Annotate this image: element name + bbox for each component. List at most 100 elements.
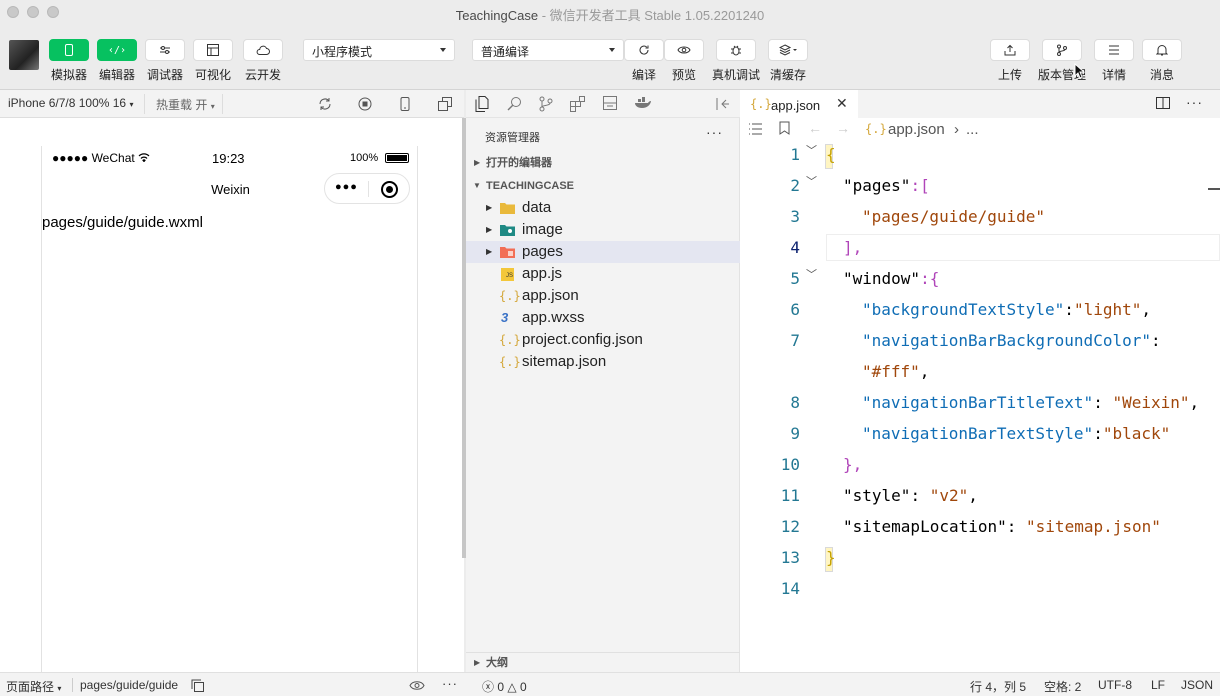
messages-button[interactable] xyxy=(1142,39,1182,61)
compile-button[interactable] xyxy=(624,39,664,61)
cursor-position[interactable]: 行 4，列 5 xyxy=(970,678,1026,695)
code-editor[interactable]: 1 2 3 4 5 6 7 8 9 10 11 12 13 14 ﹀ ﹀ ﹀ {… xyxy=(740,142,1220,672)
tree-item-image[interactable]: ▶ image xyxy=(466,219,740,241)
open-editors-section[interactable]: ▶ 打开的编辑器 xyxy=(466,152,740,174)
page-path-select[interactable]: 页面路径 ▾ xyxy=(6,678,61,695)
tree-item-app-js[interactable]: JS app.js xyxy=(466,263,740,285)
upload-label: 上传 xyxy=(997,68,1022,82)
back-arrow-icon[interactable]: ← xyxy=(808,120,822,136)
files-icon[interactable] xyxy=(475,96,489,112)
avatar[interactable] xyxy=(9,40,39,70)
search-icon[interactable] xyxy=(507,96,522,111)
simulator-toggle-button[interactable] xyxy=(49,39,89,61)
end-of-line[interactable]: LF xyxy=(1151,678,1165,692)
close-icon[interactable]: ✕ xyxy=(836,95,848,112)
outline-section[interactable]: ▶ 大纲 xyxy=(466,653,740,673)
code-icon: ‹/› xyxy=(107,44,127,56)
eye-icon[interactable] xyxy=(409,680,425,691)
preview-button[interactable] xyxy=(664,39,704,61)
tree-item-project-config[interactable]: {.} project.config.json xyxy=(466,329,740,351)
rotate-icon[interactable] xyxy=(318,97,332,111)
popout-icon[interactable] xyxy=(438,97,452,111)
fold-chevron-icon[interactable]: ﹀ xyxy=(806,142,817,158)
outline-label: 大纲 xyxy=(486,657,508,669)
tree-item-app-wxss[interactable]: 3 app.wxss xyxy=(466,307,740,329)
simulator-toolbar: iPhone 6/7/8 100% 16 ▾ 热重载 开 ▾ xyxy=(0,90,464,118)
caret-down-icon: ▾ xyxy=(57,684,62,693)
problems-indicator[interactable]: ⓧ 0 △ 0 xyxy=(482,678,527,695)
more-actions-icon[interactable]: ··· xyxy=(1186,94,1203,110)
tree-item-sitemap[interactable]: {.} sitemap.json xyxy=(466,351,740,373)
language-mode[interactable]: JSON xyxy=(1181,678,1213,692)
device-select[interactable]: iPhone 6/7/8 100% 16 ▾ xyxy=(8,96,133,110)
extensions-icon[interactable] xyxy=(570,96,586,112)
visual-toggle-button[interactable] xyxy=(193,39,233,61)
divider xyxy=(222,94,223,114)
devtools-window: TeachingCase - 微信开发者工具 Stable 1.05.22012… xyxy=(0,0,1220,696)
json-file-icon: {.} xyxy=(499,355,521,369)
line-number: 9 xyxy=(790,424,800,443)
menu-icon xyxy=(1109,45,1119,55)
storage-icon[interactable] xyxy=(603,96,617,110)
clear-cache-button[interactable] xyxy=(768,39,808,61)
json-key: "sitemapLocation" xyxy=(843,517,1007,536)
upload-button[interactable] xyxy=(990,39,1030,61)
details-button[interactable] xyxy=(1094,39,1134,61)
version-button[interactable] xyxy=(1042,39,1082,61)
hot-reload-select[interactable]: 热重载 开 ▾ xyxy=(156,96,215,113)
tree-item-label: app.json xyxy=(522,287,579,304)
chevron-right-icon: ▶ xyxy=(474,658,481,667)
tree-item-data[interactable]: ▶ data xyxy=(466,197,740,219)
debugger-toggle-button[interactable] xyxy=(145,39,185,61)
warning-icon: △ xyxy=(507,680,517,694)
stop-icon[interactable] xyxy=(358,97,372,111)
code-line: { xyxy=(826,145,836,164)
breadcrumb-file[interactable]: app.json xyxy=(888,121,945,138)
more-actions-icon[interactable]: ··· xyxy=(442,676,458,691)
more-actions-icon[interactable]: ··· xyxy=(706,124,723,140)
warning-count: 0 xyxy=(519,680,527,694)
editor-toggle-button[interactable]: ‹/› xyxy=(97,39,137,61)
project-name-label: TEACHINGCASE xyxy=(486,180,575,192)
split-editor-icon[interactable] xyxy=(1156,97,1170,109)
json-key: "navigationBarTitleText" xyxy=(862,393,1094,412)
project-section[interactable]: ▼ TEACHINGCASE xyxy=(466,175,740,197)
json-key: "navigationBarTextStyle" xyxy=(862,424,1094,443)
encoding[interactable]: UTF-8 xyxy=(1098,678,1132,692)
close-miniprogram-icon[interactable] xyxy=(381,181,398,198)
remote-debug-button[interactable] xyxy=(716,39,756,61)
tree-item-pages[interactable]: ▶ pages xyxy=(466,241,740,263)
line-number: 10 xyxy=(780,455,800,474)
json-string: "sitemap.json" xyxy=(1026,517,1161,536)
tree-item-app-json[interactable]: {.} app.json xyxy=(466,285,740,307)
line-number: 14 xyxy=(780,579,800,598)
docker-icon[interactable] xyxy=(634,97,652,109)
compile-select[interactable]: 普通编译 xyxy=(472,39,624,61)
collapse-left-icon[interactable] xyxy=(716,98,730,110)
cloud-dev-button[interactable] xyxy=(243,39,283,61)
page-path-value: pages/guide/guide xyxy=(80,678,179,692)
json-key: "pages" xyxy=(843,176,911,195)
explorer-panel: 资源管理器 ··· ▶ 打开的编辑器 ▼ TEACHINGCASE ▶ data… xyxy=(466,118,740,672)
more-dots-icon[interactable]: ●●● xyxy=(335,181,358,193)
json-key: "style" xyxy=(843,486,911,505)
indentation[interactable]: 空格: 2 xyxy=(1044,678,1081,695)
overview-ruler-marker xyxy=(1208,188,1220,190)
upload-icon xyxy=(1004,44,1016,56)
json-file-icon: {.} xyxy=(750,97,772,111)
list-icon[interactable] xyxy=(748,123,762,135)
forward-arrow-icon[interactable]: → xyxy=(836,120,850,136)
battery-icon xyxy=(385,153,409,163)
page-content-text: pages/guide/guide.wxml xyxy=(42,214,203,231)
copy-icon[interactable] xyxy=(191,679,204,692)
phone-frame-icon[interactable] xyxy=(399,97,411,111)
tab-app-json[interactable]: {.} app.json ✕ xyxy=(740,90,858,118)
divider xyxy=(144,94,145,114)
fold-chevron-icon[interactable]: ﹀ xyxy=(806,173,817,189)
fold-chevron-icon[interactable]: ﹀ xyxy=(806,266,817,282)
json-string: "black" xyxy=(1102,424,1171,443)
bookmark-icon[interactable] xyxy=(779,121,790,135)
source-control-icon[interactable] xyxy=(539,96,553,112)
breadcrumb-more[interactable]: ... xyxy=(966,121,979,138)
mode-select[interactable]: 小程序模式 xyxy=(303,39,455,61)
